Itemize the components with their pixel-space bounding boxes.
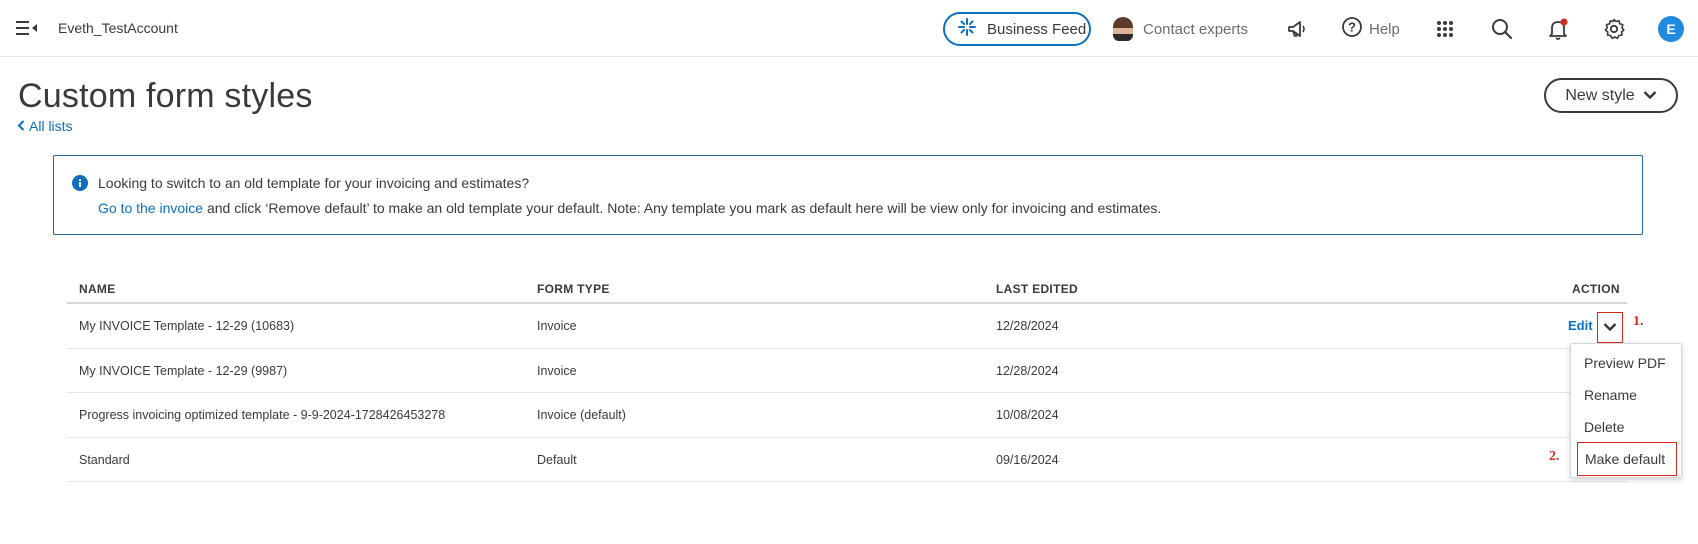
column-header-action: ACTION: [1572, 282, 1620, 296]
table-header: NAME FORM TYPE LAST EDITED ACTION: [67, 276, 1627, 304]
row-last-edited: 12/28/2024: [996, 363, 1059, 378]
info-banner: Looking to switch to an old template for…: [53, 155, 1643, 235]
row-last-edited: 12/28/2024: [996, 319, 1059, 333]
help-button[interactable]: ? Help: [1341, 16, 1400, 43]
table-row: My INVOICE Template - 12-29 (10683) Invo…: [67, 304, 1627, 349]
table-row: My INVOICE Template - 12-29 (9987) Invoi…: [67, 349, 1627, 393]
row-name: Progress invoicing optimized template - …: [79, 408, 446, 422]
user-avatar[interactable]: E: [1658, 16, 1684, 42]
chevron-left-icon: [17, 118, 25, 134]
top-navigation-bar: Eveth_TestAccount Business Feed Contact …: [0, 0, 1698, 57]
menu-item-make-default[interactable]: Make default: [1577, 442, 1677, 476]
action-dropdown-menu: Preview PDF Rename Delete Make default: [1570, 343, 1682, 478]
info-icon: [72, 175, 88, 191]
settings-gear-icon[interactable]: [1601, 16, 1627, 42]
info-heading: Looking to switch to an old template for…: [98, 175, 530, 191]
apps-grid-icon[interactable]: [1432, 16, 1458, 42]
expert-avatar: [1113, 17, 1133, 41]
page-title: Custom form styles: [18, 77, 313, 115]
row-form-type: Invoice: [537, 363, 577, 378]
question-circle-icon: ?: [1341, 16, 1363, 43]
chevron-down-icon: [1603, 319, 1617, 337]
table-row: Standard Default 09/16/2024: [67, 438, 1627, 482]
notification-bell-icon[interactable]: [1545, 16, 1571, 42]
row-form-type: Invoice (default): [537, 408, 626, 422]
chevron-down-icon: [1643, 87, 1657, 105]
search-icon[interactable]: [1489, 16, 1515, 42]
go-to-invoice-link[interactable]: Go to the invoice: [98, 200, 203, 216]
row-form-type: Invoice: [537, 319, 577, 333]
all-lists-label: All lists: [29, 118, 73, 134]
row-form-type: Default: [537, 452, 577, 467]
table-row: Progress invoicing optimized template - …: [67, 393, 1627, 438]
column-header-form-type[interactable]: FORM TYPE: [537, 282, 610, 296]
contact-experts-button[interactable]: Contact experts: [1113, 16, 1248, 42]
contact-experts-label: Contact experts: [1143, 20, 1249, 38]
row-last-edited: 10/08/2024: [996, 408, 1059, 422]
new-style-label: New style: [1565, 86, 1635, 104]
info-body: Go to the invoice and click ‘Remove defa…: [98, 200, 1161, 216]
megaphone-icon[interactable]: [1284, 16, 1310, 42]
sparkle-icon: [957, 17, 977, 42]
company-name[interactable]: Eveth_TestAccount: [58, 20, 178, 36]
column-header-last-edited[interactable]: LAST EDITED: [996, 282, 1078, 296]
row-last-edited: 09/16/2024: [996, 452, 1059, 467]
business-feed-button[interactable]: Business Feed: [943, 12, 1091, 46]
column-header-name[interactable]: NAME: [79, 282, 116, 296]
menu-item-delete[interactable]: Delete: [1584, 419, 1624, 435]
step-2-annotation: 2.: [1549, 449, 1560, 464]
svg-text:?: ?: [1348, 20, 1356, 35]
edit-link[interactable]: Edit: [1568, 318, 1593, 333]
menu-collapse-icon[interactable]: [16, 19, 38, 37]
action-menu-toggle[interactable]: [1597, 312, 1623, 343]
new-style-button[interactable]: New style: [1544, 78, 1678, 113]
info-body-text: and click ‘Remove default’ to make an ol…: [203, 200, 1162, 216]
business-feed-label: Business Feed: [987, 20, 1087, 38]
form-styles-table: NAME FORM TYPE LAST EDITED ACTION My INV…: [67, 276, 1627, 482]
all-lists-link[interactable]: All lists: [17, 118, 73, 134]
menu-item-rename[interactable]: Rename: [1584, 387, 1637, 403]
step-1-annotation: 1.: [1633, 314, 1644, 329]
help-label: Help: [1369, 21, 1400, 38]
row-name: My INVOICE Template - 12-29 (9987): [79, 363, 288, 378]
row-name: My INVOICE Template - 12-29 (10683): [79, 319, 295, 333]
row-name: Standard: [79, 452, 130, 467]
menu-item-preview-pdf[interactable]: Preview PDF: [1584, 355, 1666, 371]
